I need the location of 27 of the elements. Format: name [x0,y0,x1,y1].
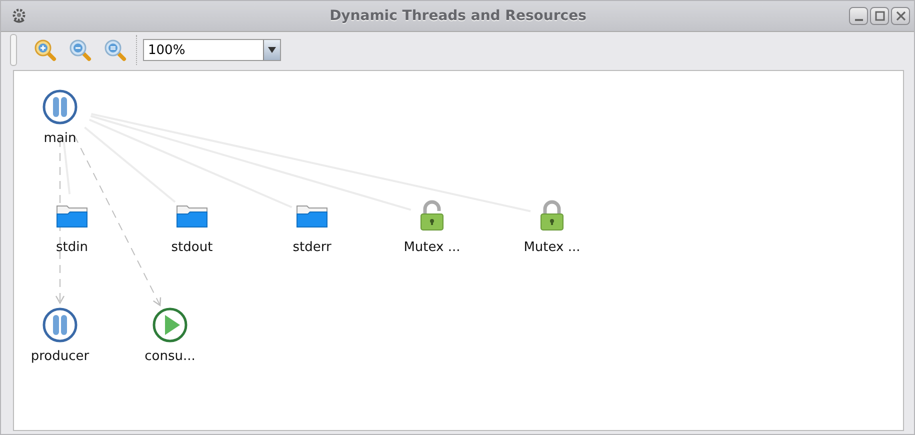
node-label: stdout [171,240,213,255]
node-label: stdin [56,240,88,255]
dropdown-button[interactable] [263,40,280,60]
node-label: Mutex ... [524,240,580,255]
node-label: consu... [144,349,196,364]
zoom-dropdown[interactable]: 100% [143,39,281,61]
toolbar-grip[interactable] [10,34,17,66]
pause-icon[interactable] [42,89,78,125]
caret-icon [268,47,276,53]
pause-icon[interactable] [42,307,78,343]
window-title: Dynamic Threads and Resources [328,8,588,24]
node-label: producer [30,349,90,364]
zoom-out-icon [68,38,92,62]
zoom-value: 100% [147,42,186,58]
gear-icon[interactable] [11,8,27,24]
node-label: main [44,131,76,146]
maximize-icon [874,11,884,21]
zoom-in-icon [33,38,57,62]
node-label: Mutex ... [404,240,460,255]
node-label: stderr [292,240,332,255]
close-icon [896,11,906,21]
maximize-button[interactable] [870,7,889,25]
zoom-reset-icon [103,38,127,62]
minimize-button[interactable] [849,7,868,25]
play-icon[interactable] [152,307,188,343]
close-button[interactable] [891,7,910,25]
minimize-icon [854,19,862,21]
